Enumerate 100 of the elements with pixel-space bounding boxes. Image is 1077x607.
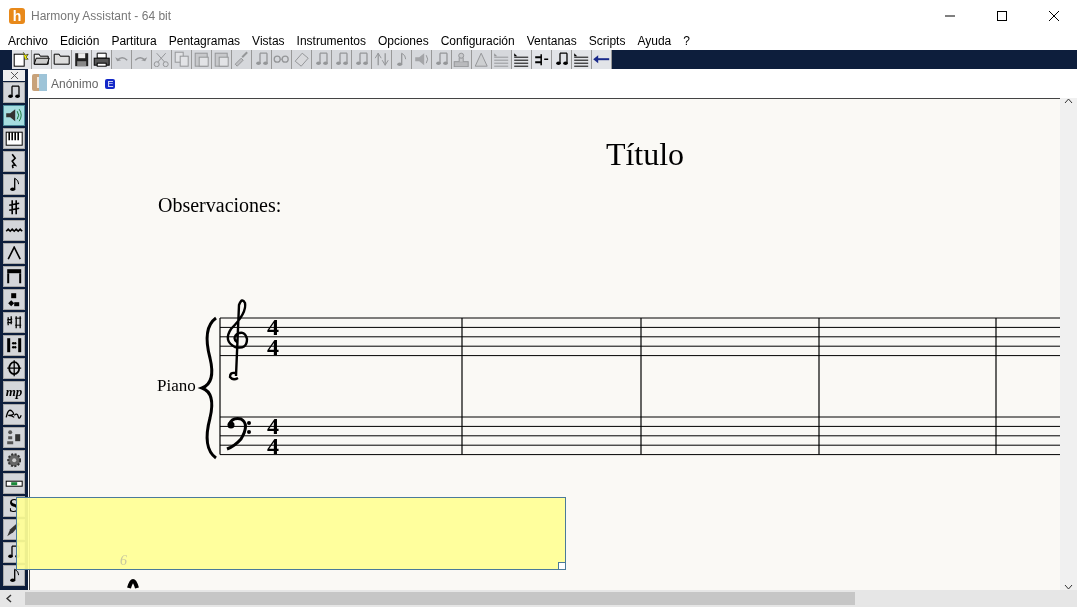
- speaker-icon: [5, 108, 23, 123]
- scroll-up-icon: [1064, 98, 1073, 104]
- palette-button[interactable]: [3, 289, 25, 310]
- vertical-scrollbar[interactable]: [1060, 98, 1077, 590]
- toolbar-button[interactable]: [532, 50, 552, 69]
- trill-icon: [4, 228, 24, 233]
- toolbar-button[interactable]: [572, 50, 592, 69]
- toolbar-button[interactable]: [552, 50, 572, 69]
- speaker-icon: [414, 52, 429, 67]
- remarks-label[interactable]: Observaciones:: [158, 194, 282, 216]
- toolbar-button[interactable]: [72, 50, 92, 69]
- palette-button[interactable]: [3, 266, 25, 287]
- palette-button[interactable]: [3, 404, 25, 425]
- close-palette-icon[interactable]: [3, 70, 25, 81]
- score-icon: [32, 73, 47, 91]
- toolbar-button[interactable]: [52, 50, 72, 69]
- document-tab[interactable]: Anónimo: [51, 76, 99, 91]
- menu-item[interactable]: Vistas: [246, 33, 291, 48]
- toolbar-button[interactable]: [92, 50, 112, 69]
- menu-item[interactable]: Ventanas: [520, 33, 583, 48]
- coda-icon: [5, 359, 23, 378]
- palette-button[interactable]: [3, 427, 25, 448]
- open-folder-icon: [32, 53, 51, 66]
- clef-fragment-icon: [127, 579, 139, 589]
- palette-button[interactable]: [3, 450, 25, 471]
- key-signature-icon: [5, 315, 23, 330]
- menu-item[interactable]: Scripts: [582, 33, 632, 48]
- bracket-icon: [5, 268, 23, 285]
- toolbar-button[interactable]: [32, 50, 52, 69]
- palette-button[interactable]: [3, 197, 25, 218]
- copy-icon: [173, 51, 190, 68]
- scissors-icon: [153, 51, 170, 68]
- accent-mark-icon: [6, 246, 22, 261]
- palette-button[interactable]: [3, 565, 25, 586]
- music-notes-icon: [354, 52, 369, 67]
- window-title: Harmony Assistant - 64 bit: [31, 8, 173, 23]
- toolbar-button[interactable]: [512, 50, 532, 69]
- staff-lines-icon: [513, 51, 530, 68]
- menu-item[interactable]: Ayuda: [631, 33, 678, 48]
- save-icon: [73, 51, 90, 68]
- shapes-icon: [7, 291, 21, 308]
- music-note-icon: [8, 176, 20, 193]
- pedal-mark-icon: [5, 409, 23, 420]
- menu-item[interactable]: Configuración: [434, 33, 521, 48]
- repeat-sign-icon: [5, 337, 23, 354]
- toolbar-button[interactable]: [592, 50, 612, 69]
- horizontal-scrollbar[interactable]: [0, 590, 1077, 607]
- menu-item[interactable]: ?: [677, 33, 696, 48]
- menu-item[interactable]: Instrumentos: [290, 33, 372, 48]
- glasses-icon: [273, 55, 290, 64]
- palette-button[interactable]: [3, 174, 25, 195]
- palette-button[interactable]: [3, 312, 25, 333]
- music-notes-icon: [434, 52, 449, 67]
- palette-button[interactable]: [3, 82, 25, 103]
- edit-mode-badge: E: [105, 78, 116, 89]
- palette-button[interactable]: [3, 358, 25, 379]
- brace-icon: [200, 316, 217, 460]
- clipboard-icon: [213, 51, 230, 68]
- redo-icon: [134, 56, 149, 63]
- music-note-icon: [396, 51, 407, 68]
- figure-icon: [6, 429, 22, 446]
- palette-button[interactable]: mp: [3, 381, 25, 402]
- menu-item[interactable]: Edición: [54, 33, 106, 48]
- printer-icon: [92, 51, 111, 68]
- keyboard-icon: [4, 130, 24, 147]
- menu-item[interactable]: Archivo: [2, 33, 54, 48]
- toolbar-button[interactable]: [12, 50, 32, 69]
- triangle-icon: [474, 51, 489, 68]
- palette-button[interactable]: [3, 473, 25, 494]
- staff-lines-icon: [493, 51, 510, 68]
- close-icon: [1049, 10, 1059, 21]
- maximize-icon: [997, 10, 1007, 21]
- bass-clef-icon: [226, 417, 251, 451]
- new-document-icon: [13, 51, 30, 68]
- menu-item[interactable]: Opciones: [371, 33, 435, 48]
- gear-icon: [6, 453, 22, 468]
- arrow-left-icon: [592, 54, 611, 65]
- sharp-icon: [7, 199, 21, 216]
- score-title[interactable]: Título: [605, 136, 685, 172]
- menu-item[interactable]: Partitura: [105, 33, 163, 48]
- resize-handle[interactable]: [558, 562, 566, 570]
- app-logo: h: [9, 7, 25, 24]
- palette-button[interactable]: [3, 151, 25, 172]
- palette-button[interactable]: [3, 128, 25, 149]
- staff-lines-icon: [573, 51, 590, 68]
- palette-button[interactable]: [3, 105, 25, 126]
- folder-icon: [52, 53, 71, 66]
- palette-button[interactable]: [3, 335, 25, 356]
- palette-button[interactable]: [3, 243, 25, 264]
- scroll-left-icon: [5, 594, 12, 603]
- flip-notes-icon: [373, 52, 390, 67]
- clipboard-icon: [193, 51, 210, 68]
- brush-icon: [234, 51, 249, 68]
- undo-icon: [114, 56, 129, 63]
- instrument-name: Piano: [157, 376, 196, 395]
- treble-clef-icon: [226, 299, 249, 381]
- close-icon: [10, 72, 18, 79]
- stamp-icon: [453, 51, 470, 68]
- menu-item[interactable]: Pentagramas: [162, 33, 247, 48]
- palette-button[interactable]: [3, 220, 25, 241]
